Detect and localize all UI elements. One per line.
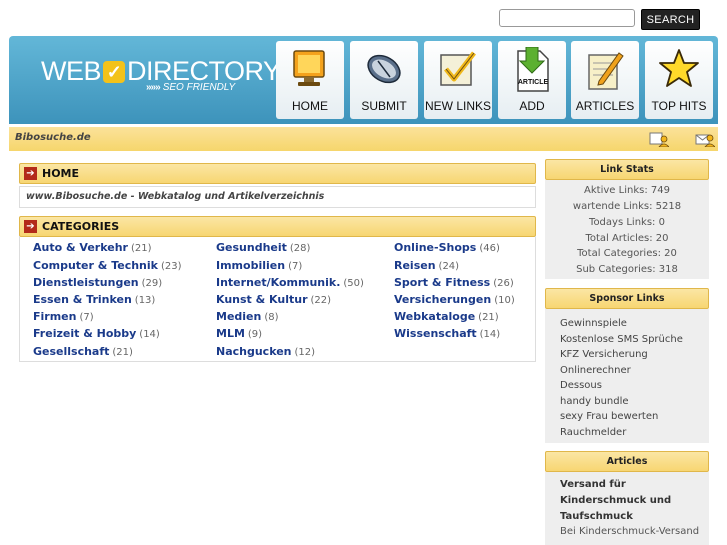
sponsor-link[interactable]: Onlinerechner bbox=[560, 365, 631, 376]
home-description: www.Bibosuche.de - Webkatalog und Artike… bbox=[26, 191, 325, 202]
category-link[interactable]: Gesellschaft (21) bbox=[33, 345, 133, 358]
logo-text-web: WEB bbox=[41, 56, 102, 86]
stat-line: Total Articles: 20 bbox=[585, 233, 669, 244]
link-stats-header: Link Stats bbox=[545, 159, 709, 180]
stat-line: Sub Categories: 318 bbox=[576, 264, 678, 275]
logo-tagline: »»» SEO FRIENDLY bbox=[146, 82, 235, 93]
mouse-icon bbox=[367, 54, 401, 84]
arrow-right-icon: ➔ bbox=[24, 220, 37, 233]
mail-person-icon[interactable] bbox=[695, 131, 715, 147]
stat-line: wartende Links: 5218 bbox=[572, 201, 682, 212]
monitor-icon bbox=[293, 50, 325, 86]
category-link[interactable]: Reisen (24) bbox=[394, 259, 459, 272]
nav-label: ARTICLES bbox=[575, 99, 635, 113]
sponsor-links-header: Sponsor Links bbox=[545, 288, 709, 309]
category-link[interactable]: Essen & Trinken (13) bbox=[33, 293, 155, 306]
nav-label: ADD bbox=[519, 99, 545, 113]
sponsor-link[interactable]: handy bundle bbox=[560, 396, 629, 407]
category-link[interactable]: Computer & Technik (23) bbox=[33, 259, 182, 272]
category-link[interactable]: Freizeit & Hobby (14) bbox=[33, 327, 160, 340]
notepad-pencil-icon bbox=[588, 52, 624, 90]
home-panel-body: www.Bibosuche.de - Webkatalog und Artike… bbox=[19, 186, 536, 208]
tagline-text: SEO FRIENDLY bbox=[162, 82, 236, 93]
nav-home[interactable]: HOME bbox=[276, 41, 344, 119]
nav-articles[interactable]: ARTICLES bbox=[571, 41, 639, 119]
articles-box: Versand für Kinderschmuck und Taufschmuc… bbox=[545, 472, 709, 545]
sponsor-link[interactable]: KFZ Versicherung bbox=[560, 349, 648, 360]
category-link[interactable]: Medien (8) bbox=[216, 310, 279, 323]
checkmark-icon bbox=[440, 51, 476, 86]
nav-top-hits[interactable]: TOP HITS bbox=[645, 41, 713, 119]
nav-label: NEW LINKS bbox=[424, 99, 491, 113]
star-icon bbox=[659, 49, 699, 87]
article-snippet: Bei Kinderschmuck-Versand bbox=[560, 526, 700, 537]
sponsor-link[interactable]: Kostenlose SMS Sprüche bbox=[560, 334, 683, 345]
search-button[interactable]: SEARCH bbox=[641, 9, 700, 30]
sponsor-link[interactable]: Rauchmelder bbox=[560, 427, 626, 438]
articles-header: Articles bbox=[545, 451, 709, 472]
category-link[interactable]: Wissenschaft (14) bbox=[394, 327, 500, 340]
search-input[interactable] bbox=[499, 9, 635, 27]
nav-submit[interactable]: SUBMIT bbox=[350, 41, 418, 119]
stat-line: Aktive Links: 749 bbox=[584, 185, 670, 196]
nav-new-links[interactable]: NEW LINKS bbox=[424, 41, 492, 119]
category-link[interactable]: Versicherungen (10) bbox=[394, 293, 515, 306]
article-icon-text: ARTICLE bbox=[518, 79, 549, 86]
tagline-arrows-icon: »»» bbox=[146, 82, 161, 93]
nav-label: HOME bbox=[292, 99, 328, 113]
category-link[interactable]: Gesundheit (28) bbox=[216, 241, 310, 254]
article-title-link[interactable]: Versand für Kinderschmuck und Taufschmuc… bbox=[560, 477, 710, 525]
home-panel-title: HOME bbox=[42, 167, 80, 180]
category-link[interactable]: Auto & Verkehr (21) bbox=[33, 241, 151, 254]
site-name[interactable]: Bibosuche.de bbox=[15, 132, 91, 143]
nav-label: SUBMIT bbox=[361, 99, 407, 113]
category-link[interactable]: Immobilien (7) bbox=[216, 259, 302, 272]
nav-add-article[interactable]: ARTICLE ADD bbox=[498, 41, 566, 119]
category-link[interactable]: Firmen (7) bbox=[33, 310, 94, 323]
category-link[interactable]: Online-Shops (46) bbox=[394, 241, 500, 254]
categories-panel-title: CATEGORIES bbox=[42, 220, 120, 233]
contact-person-icon[interactable] bbox=[649, 131, 669, 147]
category-link[interactable]: Nachgucken (12) bbox=[216, 345, 315, 358]
article-download-icon: ARTICLE bbox=[517, 47, 549, 92]
nav-label: TOP HITS bbox=[651, 99, 707, 113]
sponsor-link[interactable]: Dessous bbox=[560, 380, 602, 391]
category-link[interactable]: MLM (9) bbox=[216, 327, 262, 340]
home-panel-header: ➔ HOME bbox=[19, 163, 536, 184]
sponsor-link[interactable]: Gewinnspiele bbox=[560, 318, 627, 329]
category-link[interactable]: Kunst & Kultur (22) bbox=[216, 293, 331, 306]
categories-panel-header: ➔ CATEGORIES bbox=[19, 216, 536, 237]
category-link[interactable]: Dienstleistungen (29) bbox=[33, 276, 162, 289]
link-stats-box: Aktive Links: 749 wartende Links: 5218 T… bbox=[545, 180, 709, 279]
sponsor-links-box: Gewinnspiele Kostenlose SMS Sprüche KFZ … bbox=[545, 309, 709, 443]
site-header: WEB ✓ DIRECTORY »»» SEO FRIENDLY HOME SUB… bbox=[9, 36, 718, 124]
arrow-right-icon: ➔ bbox=[24, 167, 37, 180]
sponsor-link[interactable]: sexy Frau bewerten bbox=[560, 411, 658, 422]
stat-line: Todays Links: 0 bbox=[589, 217, 665, 228]
checkmark-logo-icon: ✓ bbox=[103, 60, 126, 83]
category-link[interactable]: Sport & Fitness (26) bbox=[394, 276, 514, 289]
stat-line: Total Categories: 20 bbox=[577, 248, 677, 259]
site-bar: Bibosuche.de bbox=[9, 127, 718, 151]
category-link[interactable]: Webkataloge (21) bbox=[394, 310, 499, 323]
category-link[interactable]: Internet/Kommunik. (50) bbox=[216, 276, 364, 289]
